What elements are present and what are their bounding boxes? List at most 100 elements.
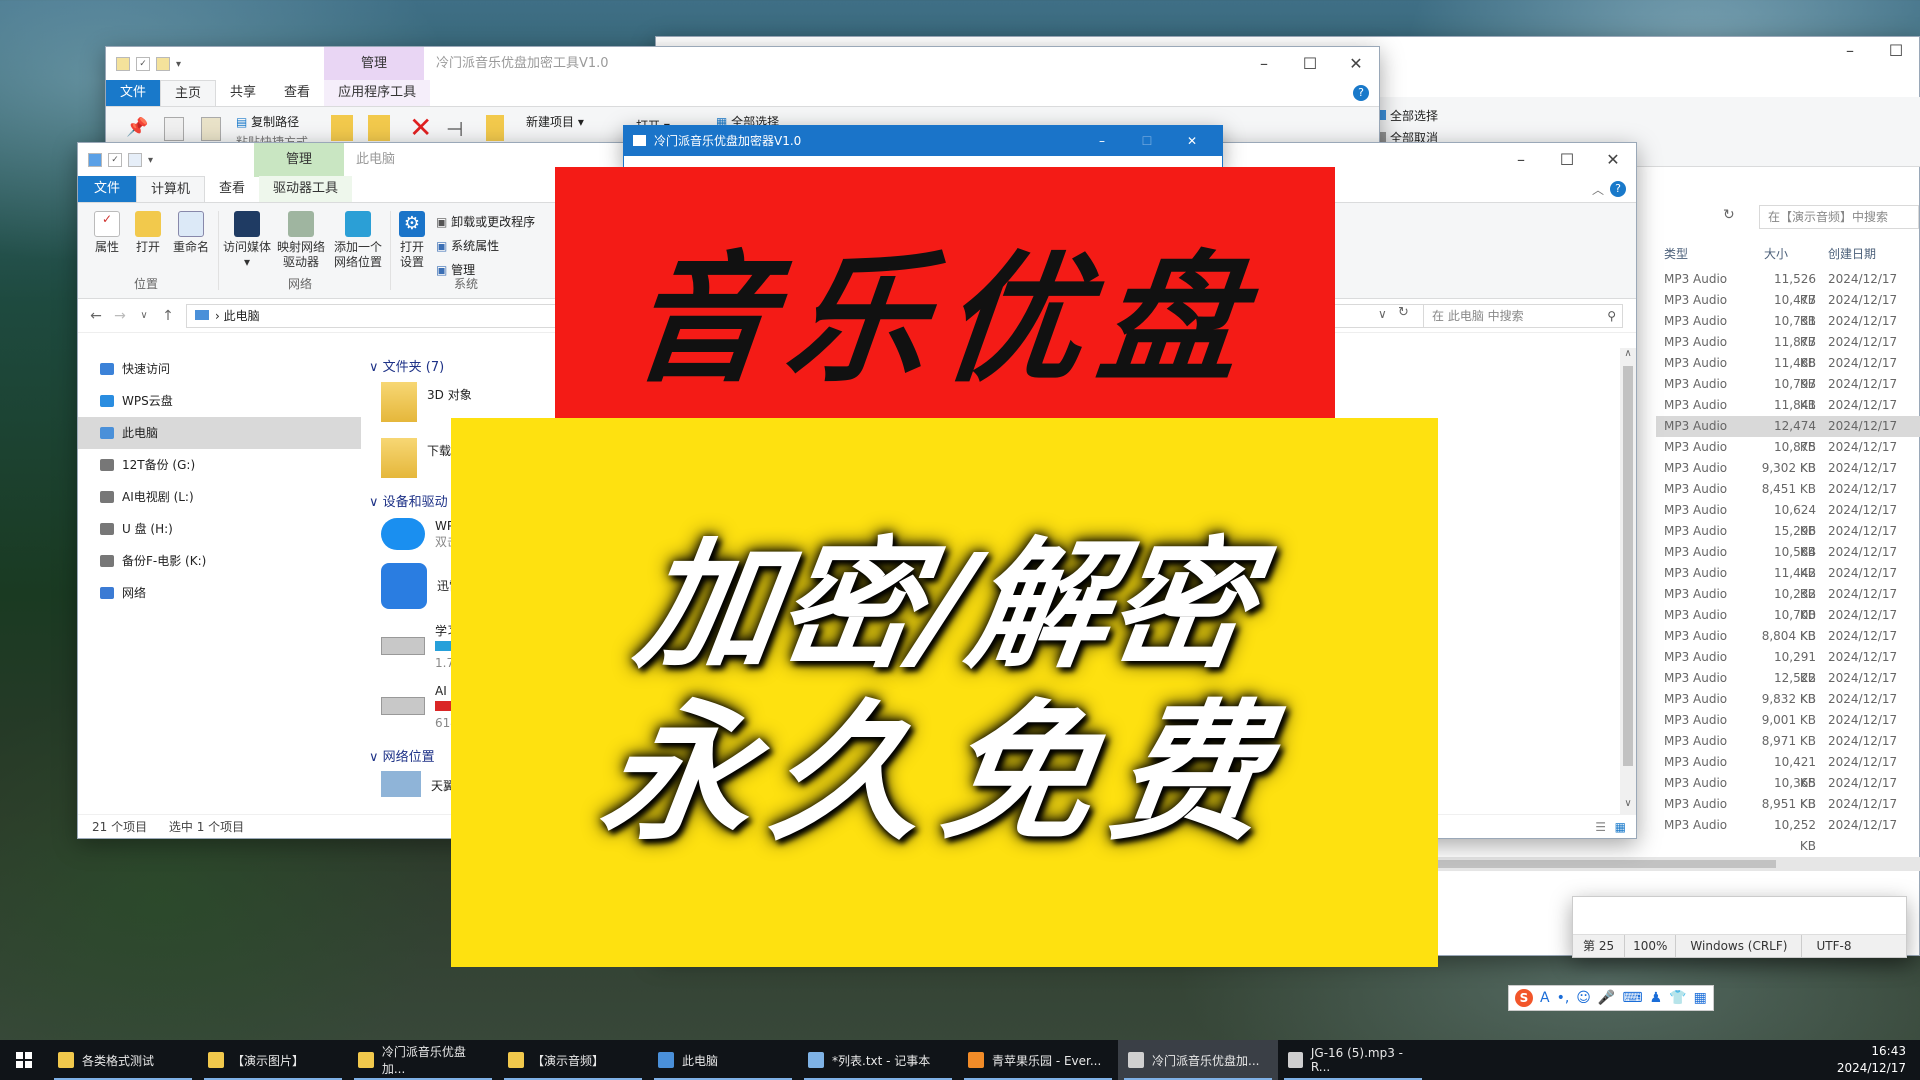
scroll-up-icon[interactable]: ∧ [1620,348,1636,364]
open-button[interactable]: 打开 [130,211,166,255]
table-row[interactable]: MP3 Audio 10,700 KB 2024/12/17 [1656,605,1920,643]
help-icon[interactable]: ? [1610,181,1626,197]
emoji-icon[interactable]: ☺ [1576,990,1591,1006]
table-row[interactable]: MP3 Audio 8,804 KB 2024/12/17 [1656,626,1920,647]
table-row[interactable]: MP3 Audio 10,365 KB 2024/12/17 [1656,773,1920,811]
table-row[interactable]: MP3 Audio 10,875 KB 2024/12/17 [1656,437,1920,475]
section-network-locations[interactable]: ∨ 网络位置 [369,746,435,765]
access-media-button[interactable]: 访问媒体 ▾ [220,211,274,270]
tab-file[interactable]: 文件 [106,80,161,106]
search-input[interactable]: 在 此电脑 中搜索 ⚲ [1423,304,1623,328]
new-item-button[interactable]: 新建项目 ▾ [526,113,584,130]
select-all-button[interactable]: 全部选择 [1376,107,1438,124]
minimize-icon[interactable]: – [1082,126,1122,156]
context-tab-manage[interactable]: 管理 [254,143,344,177]
up-arrow-icon[interactable]: ↑ [156,308,180,324]
table-row[interactable]: MP3 Audio 11,488 KB 2024/12/17 [1656,353,1920,391]
new-folder-icon[interactable] [128,153,142,167]
scrollbar-thumb[interactable] [1436,860,1776,868]
microphone-icon[interactable]: 🎤 [1598,990,1615,1006]
maximize-icon[interactable]: ☐ [1127,126,1167,156]
close-icon[interactable]: ✕ [1590,143,1636,177]
chevron-down-icon[interactable]: ▾ [176,59,181,70]
address-dropdown-icon[interactable]: ∨ [1378,307,1387,321]
taskbar-item[interactable]: JG-16 (5).mp3 - R... [1278,1040,1428,1080]
back-arrow-icon[interactable]: ← [84,308,108,324]
table-row[interactable]: MP3 Audio 10,291 KB 2024/12/17 [1656,647,1920,685]
table-row[interactable]: MP3 Audio 8,971 KB 2024/12/17 [1656,731,1920,752]
new-folder-icon[interactable] [156,57,170,71]
nav-item[interactable]: U 盘 (H:) [78,513,361,545]
ime-mode[interactable]: A [1540,990,1550,1006]
drive-study[interactable]: 学习 1.7 [381,623,459,671]
copy-icon[interactable] [164,117,184,141]
nav-item[interactable]: 网络 [78,577,361,609]
nav-item[interactable]: WPS云盘 [78,385,361,417]
nav-item[interactable]: 备份F-电影 (K:) [78,545,361,577]
copy-to-icon[interactable] [368,115,390,141]
delete-icon[interactable]: ✕ [409,111,432,144]
toolbox-icon[interactable]: ▦ [1694,990,1707,1006]
table-row[interactable]: MP3 Audio 15,296 KB 2024/12/17 [1656,521,1920,559]
horizontal-scrollbar[interactable] [1436,857,1920,871]
right-search-input[interactable]: 在【演示音频】中搜索 [1759,205,1919,229]
recent-chevron-icon[interactable]: ∨ [132,310,156,321]
drive-ai[interactable]: AI 614 [381,683,458,731]
table-row[interactable]: MP3 Audio 9,302 KB 2024/12/17 [1656,458,1920,479]
sogou-logo-icon[interactable]: S [1515,989,1533,1007]
table-row[interactable]: MP3 Audio 10,624 KB 2024/12/17 [1656,500,1920,538]
tab-app-tools[interactable]: 应用程序工具 [324,80,431,106]
paste-icon[interactable] [201,117,221,141]
map-network-drive-button[interactable]: 映射网络 驱动器 [274,211,328,270]
taskbar-item[interactable]: 冷门派音乐优盘加... [1118,1040,1278,1080]
table-row[interactable]: MP3 Audio11,841 KB2024/12/17 [1656,395,1920,433]
system-clock[interactable]: 16:43 2024/12/17 [1837,1043,1906,1077]
encryptor-dialog[interactable]: 冷门派音乐优盘加密器V1.0 – ☐ ✕ [623,125,1223,169]
table-row[interactable]: MP3 Audio 12,474 KB 2024/12/17 [1656,416,1920,454]
maximize-icon[interactable]: ☐ [1544,143,1590,177]
table-row[interactable]: MP3 Audio 11,442 KB 2024/12/17 [1656,563,1920,601]
nav-item[interactable]: 12T备份 (G:) [78,449,361,481]
system-properties-button[interactable]: ▣ 系统属性 [436,237,499,254]
pc-icon[interactable] [88,153,102,167]
vertical-scrollbar[interactable]: ∧ ∨ [1620,348,1636,814]
refresh-icon[interactable]: ↻ [1723,207,1735,223]
taskbar-item[interactable]: *列表.txt - 记事本 [798,1040,958,1080]
table-row[interactable]: MP3 Audio 8,951 KB 2024/12/17 [1656,794,1920,815]
add-network-location-button[interactable]: 添加一个 网络位置 [330,211,386,270]
notepad-window[interactable]: 第 25 100% Windows (CRLF) UTF-8 [1572,896,1907,958]
copy-path-button[interactable]: ▤ 复制路径 [236,113,299,130]
network-tianyi[interactable]: 天翼 [381,771,455,797]
taskbar-item[interactable]: 此电脑 [648,1040,798,1080]
skin-icon[interactable]: 👕 [1669,990,1686,1006]
folder-icon[interactable] [116,57,130,71]
minimize-icon[interactable]: – [1498,143,1544,177]
tab-view[interactable]: 查看 [270,80,324,106]
table-row[interactable]: MP3 Audio 10,421 KB 2024/12/17 [1656,752,1920,790]
chevron-up-icon[interactable]: ︿ [1592,181,1604,198]
properties-icon[interactable]: ✓ [136,57,150,71]
close-icon[interactable]: ✕ [1172,126,1212,156]
scroll-down-icon[interactable]: ∨ [1620,798,1636,814]
nav-item[interactable]: AI电视剧 (L:) [78,481,361,513]
table-row[interactable]: MP3 Audio 11,877 KB 2024/12/17 [1656,332,1920,370]
close-icon[interactable]: ✕ [1333,47,1379,81]
table-row[interactable]: MP3 Audio 10,584 KB 2024/12/17 [1656,542,1920,580]
table-row[interactable]: MP3 Audio 10,252 KB 2024/12/17 [1656,815,1920,853]
folder-downloads[interactable]: 下载 [381,438,451,488]
col-date-header[interactable]: 创建日期 [1828,245,1876,262]
punctuation-icon[interactable]: •, [1557,990,1570,1006]
help-icon[interactable]: ? [1353,85,1369,101]
forward-arrow-icon[interactable]: → [108,308,132,324]
table-row[interactable]: MP3 Audio 10,232 KB 2024/12/17 [1656,584,1920,622]
open-settings-button[interactable]: ⚙ 打开 设置 [392,211,432,270]
section-devices[interactable]: ∨ 设备和驱动 [369,491,448,510]
col-size-header[interactable]: 大小 [1764,245,1788,262]
table-row[interactable]: MP3 Audio 10,797 KB 2024/12/17 [1656,374,1920,412]
ime-toolbar[interactable]: S A •, ☺ 🎤 ⌨ ♟ 👕 ▦ [1508,985,1714,1011]
maximize-icon[interactable]: ☐ [1287,47,1333,81]
table-row[interactable]: MP3 Audio 8,451 KB 2024/12/17 [1656,479,1920,500]
tab-file[interactable]: 文件 [78,176,137,202]
properties-icon[interactable]: ✓ [108,153,122,167]
taskbar-item[interactable]: 【演示图片】 [198,1040,348,1080]
